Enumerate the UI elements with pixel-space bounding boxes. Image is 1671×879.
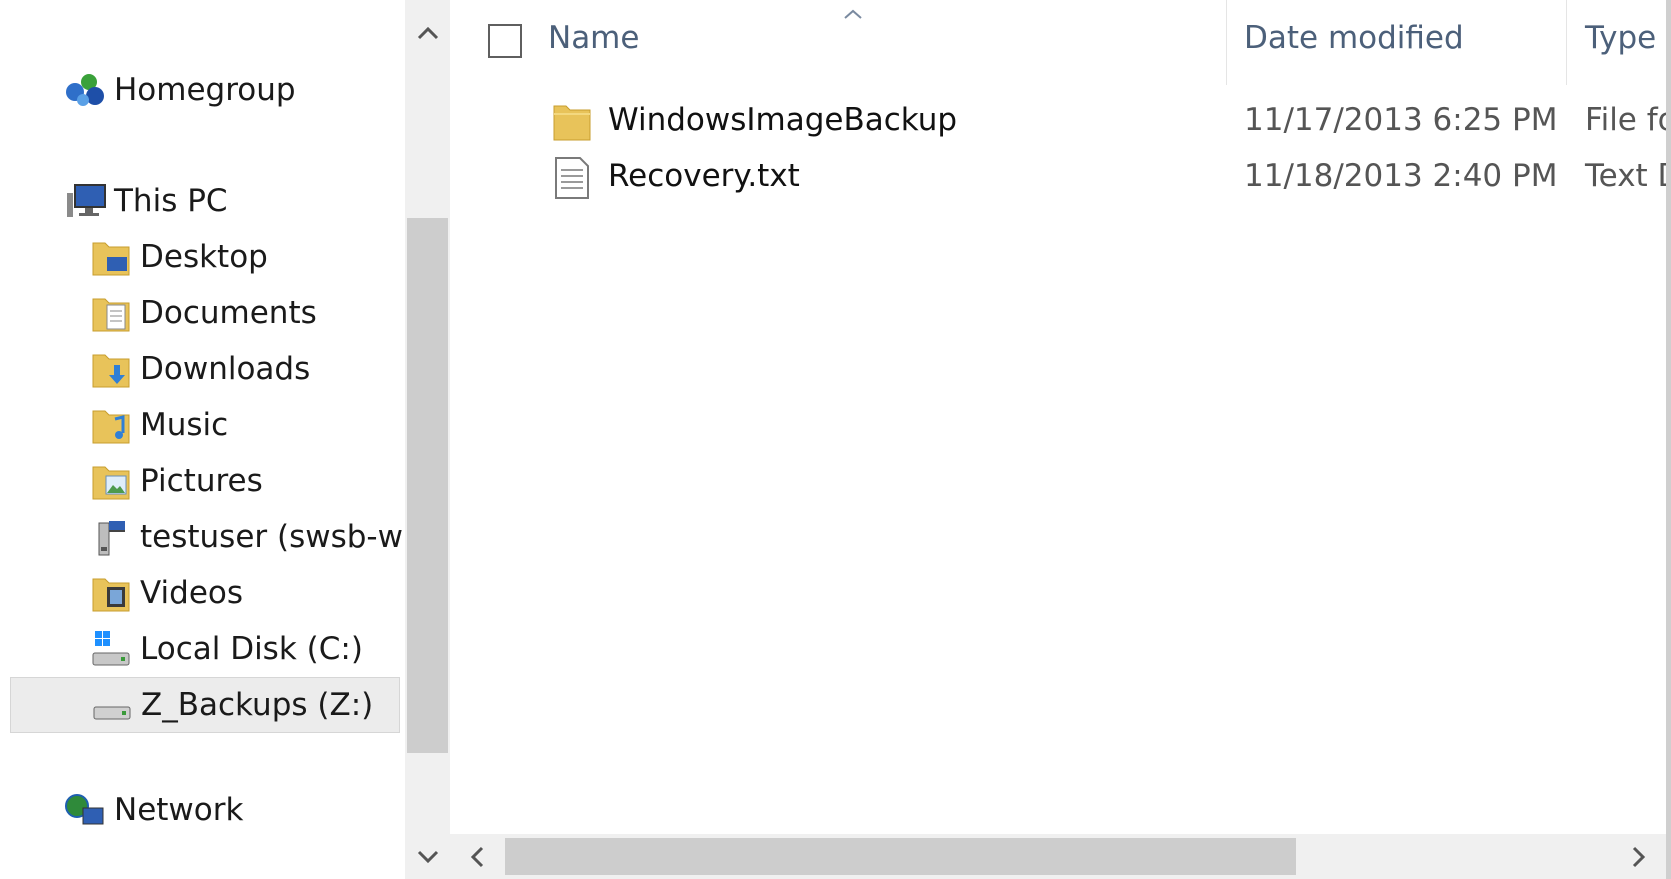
nav-label: Downloads — [140, 351, 311, 387]
select-all-checkbox[interactable] — [488, 24, 522, 58]
column-divider[interactable] — [1226, 0, 1227, 85]
chevron-left-icon — [470, 846, 483, 867]
nav-label: testuser (swsb-w — [140, 519, 403, 555]
nav-scroll-thumb[interactable] — [407, 218, 448, 753]
nav-label: Network — [114, 792, 244, 828]
nav-label: Local Disk (C:) — [140, 631, 363, 667]
file-row[interactable]: Recovery.txt 11/18/2013 2:40 PM Text D — [450, 150, 1671, 206]
music-folder-icon — [88, 405, 134, 445]
nav-label: Pictures — [140, 463, 263, 499]
nav-label: Documents — [140, 295, 317, 331]
horizontal-scroll-thumb[interactable] — [505, 838, 1296, 875]
scroll-left-button[interactable] — [454, 834, 499, 879]
nav-item-downloads[interactable]: Downloads — [10, 341, 400, 397]
column-header-name[interactable]: Name — [548, 20, 639, 56]
nav-label: Z_Backups (Z:) — [141, 687, 374, 723]
nav-item-network[interactable]: Network — [10, 782, 400, 838]
column-header-date-modified[interactable]: Date modified — [1244, 20, 1464, 56]
nav-item-videos[interactable]: Videos — [10, 565, 400, 621]
downloads-folder-icon — [88, 349, 134, 389]
column-divider[interactable] — [1566, 0, 1567, 85]
column-header-type[interactable]: Type — [1585, 20, 1656, 56]
local-disk-icon — [88, 629, 134, 669]
file-type: Text D — [1585, 158, 1671, 194]
videos-folder-icon — [88, 573, 134, 613]
text-file-icon — [552, 156, 594, 200]
removable-drive-icon — [89, 685, 135, 725]
chevron-right-icon — [1632, 846, 1645, 867]
homegroup-icon — [62, 70, 108, 110]
file-date-modified: 11/18/2013 2:40 PM — [1244, 158, 1558, 194]
file-row[interactable]: WindowsImageBackup 11/17/2013 6:25 PM Fi… — [450, 94, 1671, 150]
file-name: WindowsImageBackup — [608, 102, 958, 138]
navigation-pane: Homegroup This PC Desktop Documents Down… — [0, 0, 405, 879]
nav-item-desktop[interactable]: Desktop — [10, 229, 400, 285]
sort-ascending-icon — [843, 4, 863, 23]
network-icon — [62, 790, 108, 830]
chevron-up-icon — [417, 26, 438, 39]
nav-item-local-disk-c[interactable]: Local Disk (C:) — [10, 621, 400, 677]
nav-label: Music — [140, 407, 229, 443]
file-type: File fo — [1585, 102, 1671, 138]
horizontal-scrollbar[interactable] — [450, 834, 1671, 879]
network-drive-icon — [88, 517, 134, 557]
scroll-up-button[interactable] — [405, 10, 450, 55]
nav-label: Desktop — [140, 239, 268, 275]
nav-item-this-pc[interactable]: This PC — [10, 173, 400, 229]
nav-item-pictures[interactable]: Pictures — [10, 453, 400, 509]
window-right-border — [1666, 0, 1671, 879]
chevron-down-icon — [417, 850, 438, 863]
file-list-pane: Name Date modified Type WindowsImageBack… — [450, 0, 1671, 879]
nav-vertical-scrollbar[interactable] — [405, 0, 450, 879]
desktop-folder-icon — [88, 237, 134, 277]
documents-folder-icon — [88, 293, 134, 333]
nav-item-documents[interactable]: Documents — [10, 285, 400, 341]
nav-item-testuser-share[interactable]: testuser (swsb-w — [10, 509, 403, 565]
nav-item-homegroup[interactable]: Homegroup — [10, 62, 400, 118]
nav-label: This PC — [114, 183, 228, 219]
nav-label: Videos — [140, 575, 244, 611]
scroll-right-button[interactable] — [1616, 834, 1661, 879]
pictures-folder-icon — [88, 461, 134, 501]
folder-icon — [552, 100, 594, 144]
nav-item-z-backups[interactable]: Z_Backups (Z:) — [10, 677, 400, 733]
nav-label: Homegroup — [114, 72, 296, 108]
nav-item-music[interactable]: Music — [10, 397, 400, 453]
file-name: Recovery.txt — [608, 158, 800, 194]
this-pc-icon — [62, 181, 108, 221]
column-header-row: Name Date modified Type — [450, 0, 1671, 88]
scroll-down-button[interactable] — [405, 834, 450, 879]
file-date-modified: 11/17/2013 6:25 PM — [1244, 102, 1558, 138]
